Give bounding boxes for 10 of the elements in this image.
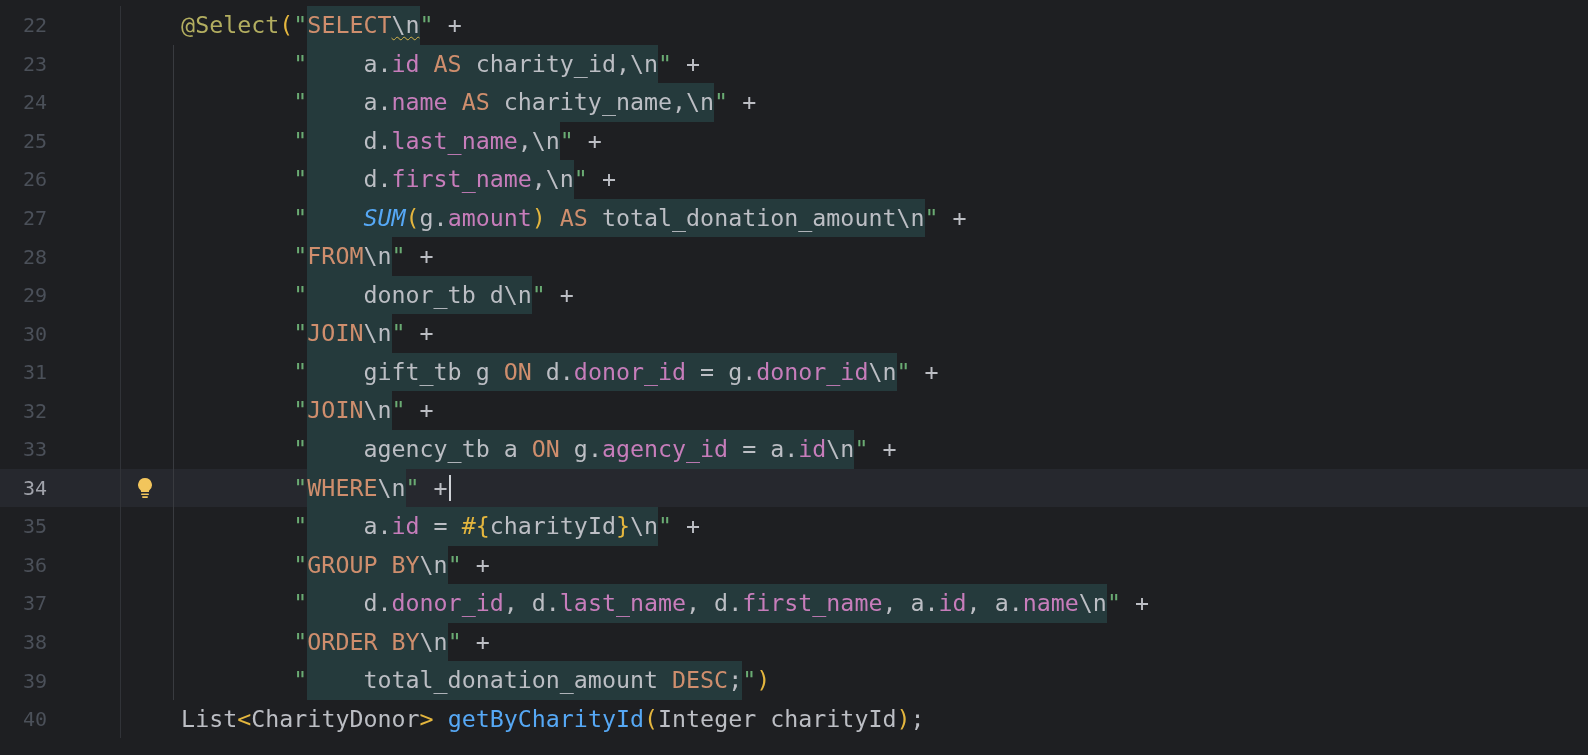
code-line: "GROUP BY\n" +: [125, 545, 490, 585]
code-line: "ORDER BY\n" +: [125, 622, 490, 662]
code-line: @Select("SELECT\n" +: [125, 6, 462, 45]
code-line: List<CharityDonor> getByCharityId(Integer charityId);: [180, 703, 925, 734]
code-line: "JOIN\n" +: [125, 391, 434, 430]
code-line: "FROM\n" +: [125, 237, 434, 276]
code-line: "JOIN\n" +: [125, 314, 434, 353]
lightbulb-icon[interactable]: [137, 476, 153, 499]
line-number: 34: [21, 475, 47, 500]
code-line: "WHERE\n" +: [125, 468, 448, 508]
